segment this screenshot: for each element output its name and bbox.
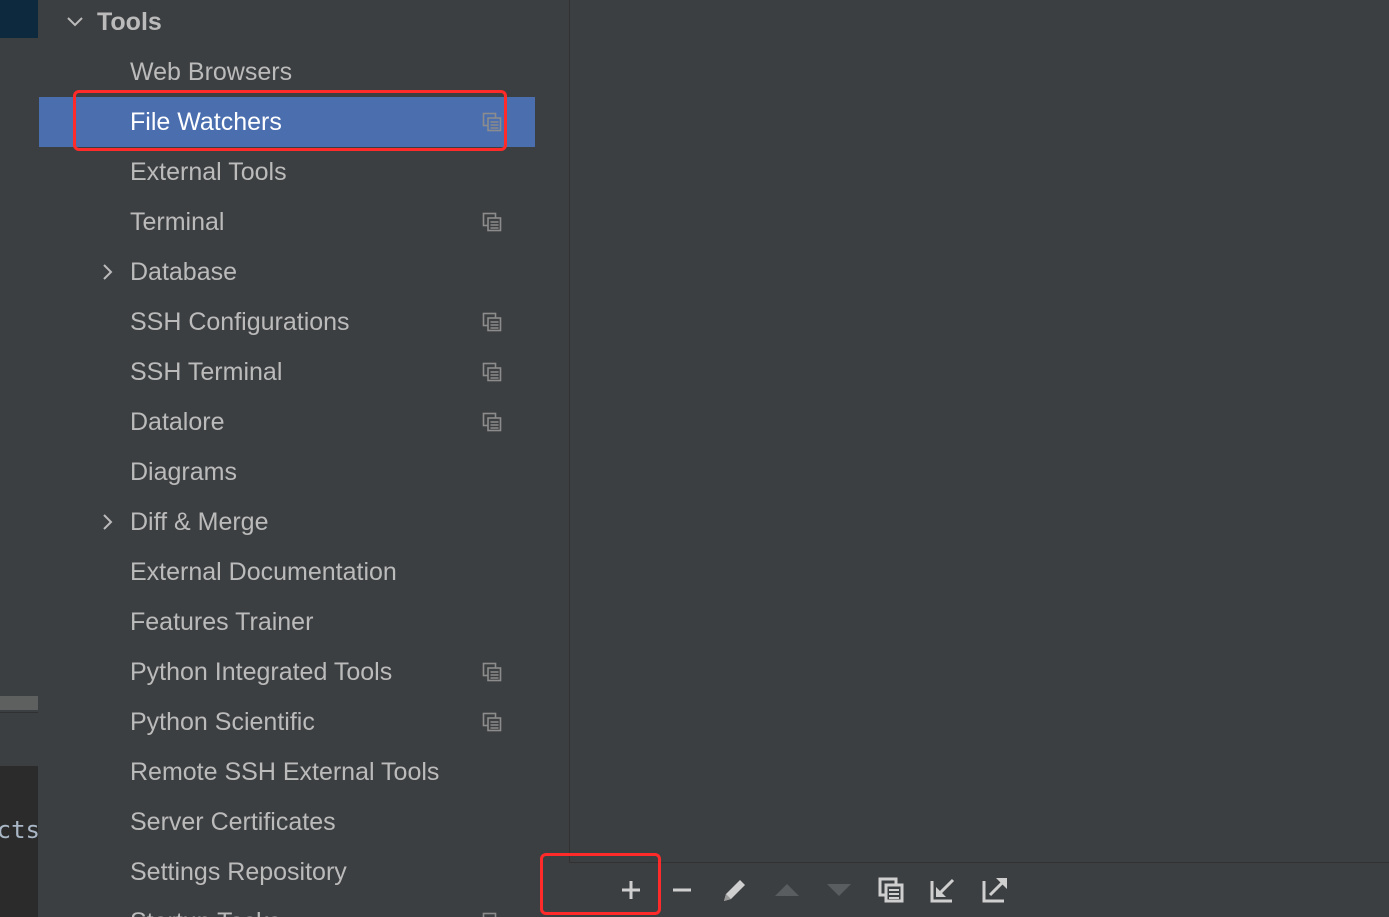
tree-item-remote-ssh-external-tools[interactable]: Remote SSH External Tools — [39, 747, 517, 797]
background-panel-divider — [0, 712, 38, 767]
tree-item-label: Python Scientific — [130, 708, 315, 736]
tree-item-label: Web Browsers — [130, 58, 293, 86]
triangle-down-icon — [827, 884, 851, 896]
project-scope-icon — [482, 312, 502, 332]
tree-item-ssh-terminal[interactable]: SSH Terminal — [39, 347, 517, 397]
tree-item-label: External Documentation — [130, 558, 397, 586]
background-title-bar — [0, 0, 38, 38]
settings-tree[interactable]: Tools Web Browsers File Watchers External … — [39, 0, 535, 917]
tree-item-label: Settings Repository — [130, 858, 347, 886]
tree-item-label: SSH Terminal — [130, 358, 283, 386]
project-scope-icon — [482, 712, 502, 732]
project-scope-icon — [482, 912, 502, 917]
tree-item-label: Features Trainer — [130, 608, 314, 636]
tree-item-diff-merge[interactable]: Diff & Merge — [39, 497, 517, 547]
tree-item-label: Remote SSH External Tools — [130, 758, 440, 786]
remove-button[interactable] — [666, 874, 698, 906]
copy-button[interactable] — [875, 874, 907, 906]
tree-item-python-integrated-tools[interactable]: Python Integrated Tools — [39, 647, 517, 697]
tree-item-external-tools[interactable]: External Tools — [39, 147, 517, 197]
tree-item-label: Python Integrated Tools — [130, 658, 393, 686]
add-button[interactable] — [615, 874, 647, 906]
watchers-list[interactable] — [569, 0, 1389, 863]
chevron-right-icon[interactable] — [99, 247, 117, 297]
move-up-button[interactable] — [771, 874, 803, 906]
tree-group-label: Tools — [97, 8, 162, 36]
pencil-icon — [724, 880, 745, 901]
export-button[interactable] — [979, 874, 1011, 906]
tree-item-datalore[interactable]: Datalore — [39, 397, 517, 447]
export-icon — [982, 878, 1007, 903]
tree-item-external-documentation[interactable]: External Documentation — [39, 547, 517, 597]
tree-item-python-scientific[interactable]: Python Scientific — [39, 697, 517, 747]
project-scope-icon — [482, 662, 502, 682]
tree-item-label: Database — [130, 258, 238, 286]
tree-group-tools[interactable]: Tools — [39, 0, 517, 44]
tree-item-label: File Watchers — [130, 108, 282, 136]
file-watchers-panel — [535, 0, 1389, 917]
import-icon — [930, 878, 955, 903]
minus-icon — [673, 888, 691, 892]
project-scope-icon — [482, 212, 502, 232]
background-scrollbar — [0, 696, 38, 710]
tree-item-ssh-configurations[interactable]: SSH Configurations — [39, 297, 517, 347]
tree-item-label: Startup Tasks — [130, 897, 281, 917]
background-code-text: cts — [0, 816, 38, 844]
tree-item-label: Diff & Merge — [130, 508, 269, 536]
move-down-button[interactable] — [823, 874, 855, 906]
project-scope-icon — [482, 112, 502, 132]
tree-item-server-certificates[interactable]: Server Certificates — [39, 797, 517, 847]
chevron-down-icon[interactable] — [66, 0, 84, 50]
tree-item-file-watchers[interactable]: File Watchers — [39, 97, 535, 147]
tree-item-diagrams[interactable]: Diagrams — [39, 447, 517, 497]
tree-item-startup-tasks[interactable]: Startup Tasks — [39, 897, 517, 917]
list-toolbar — [569, 864, 1389, 917]
tree-item-label: SSH Configurations — [130, 308, 350, 336]
tree-item-label: Datalore — [130, 408, 225, 436]
copy-icon — [878, 877, 904, 903]
import-button[interactable] — [927, 874, 959, 906]
tree-item-database[interactable]: Database — [39, 247, 517, 297]
tree-item-label: External Tools — [130, 158, 287, 186]
project-scope-icon — [482, 412, 502, 432]
edit-button[interactable] — [719, 874, 751, 906]
tree-item-web-browsers[interactable]: Web Browsers — [39, 47, 517, 97]
plus-icon — [622, 881, 640, 899]
tree-item-label: Server Certificates — [130, 808, 336, 836]
tree-item-label: Terminal — [130, 208, 225, 236]
tree-item-label: Diagrams — [130, 458, 237, 486]
chevron-right-icon[interactable] — [99, 497, 117, 547]
tree-item-features-trainer[interactable]: Features Trainer — [39, 597, 517, 647]
triangle-up-icon — [775, 884, 799, 896]
tree-item-terminal[interactable]: Terminal — [39, 197, 517, 247]
project-scope-icon — [482, 362, 502, 382]
tree-item-settings-repository[interactable]: Settings Repository — [39, 847, 517, 897]
